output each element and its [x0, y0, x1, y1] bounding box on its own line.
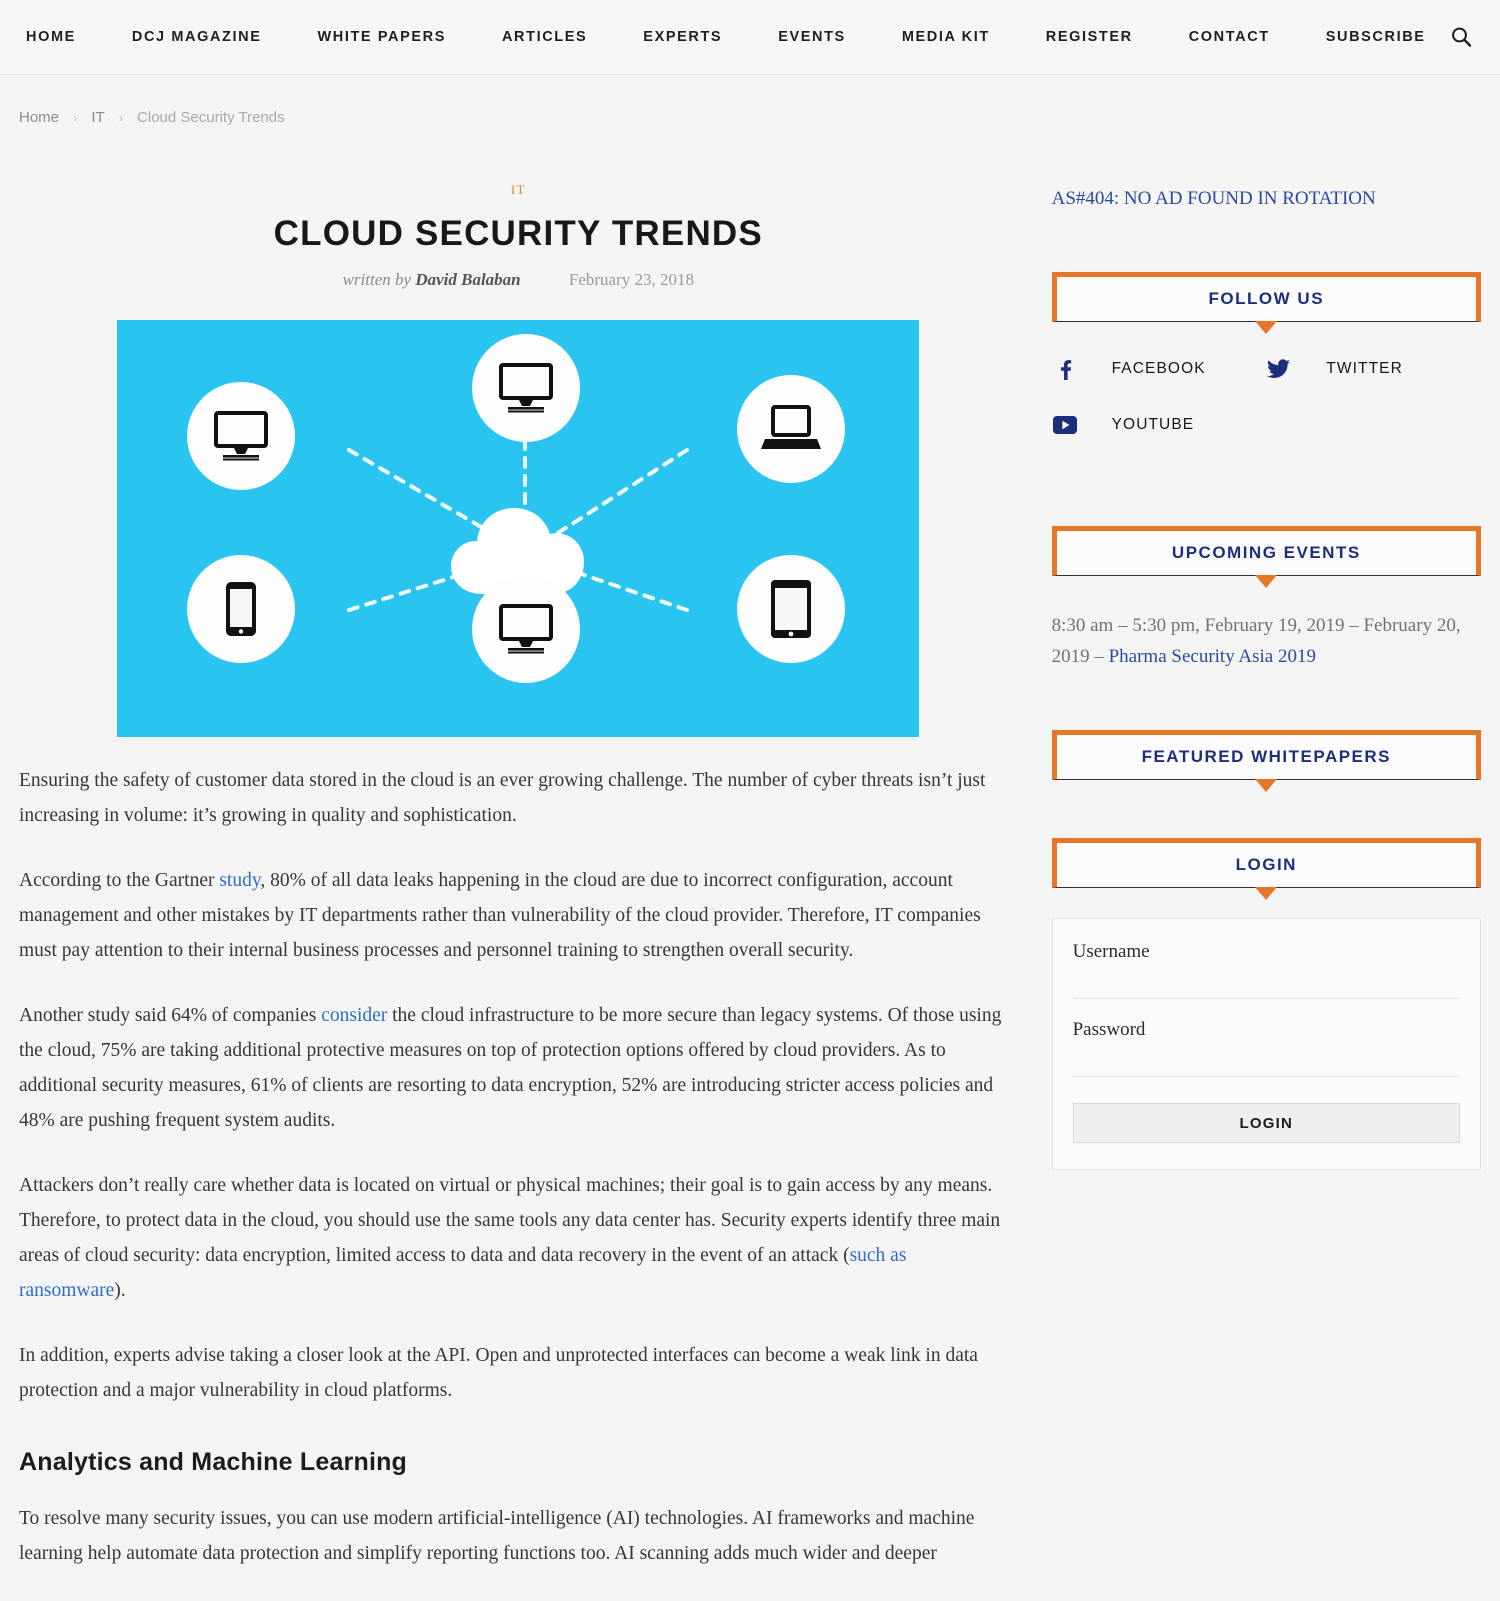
node-laptop-top-right — [737, 375, 846, 483]
social-label: FACEBOOK — [1111, 360, 1206, 377]
widget-featured-whitepapers: FEATURED WHITEPAPERS — [1051, 730, 1481, 792]
youtube-icon — [1052, 412, 1078, 438]
widget-body: 8:30 am – 5:30 pm, February 19, 2019 – F… — [1052, 576, 1481, 672]
nav-item-home[interactable]: HOME — [26, 29, 76, 45]
twitter-icon — [1266, 356, 1292, 382]
article-date: February 23, 2018 — [568, 270, 694, 289]
nav-item-white-papers[interactable]: WHITE PAPERS — [317, 29, 446, 45]
login-submit-button[interactable]: LOGIN — [1072, 1103, 1460, 1143]
primary-navigation: HOME DCJ MAGAZINE WHITE PAPERS ARTICLES … — [26, 29, 1444, 45]
search-icon — [1452, 27, 1472, 47]
article-paragraph: In addition, experts advise taking a clo… — [19, 1345, 978, 1401]
monitor-icon — [499, 604, 554, 654]
username-label: Username — [1072, 941, 1150, 962]
sidebar: AS#404: NO AD FOUND IN ROTATION FOLLOW U… — [1051, 126, 1481, 1601]
page-layout: IT CLOUD SECURITY TRENDS written by Davi… — [0, 126, 1500, 1601]
social-links: FACEBOOK TWITTER YOUTUBE — [1052, 356, 1481, 468]
inline-link[interactable]: study — [219, 870, 260, 891]
nav-item-dcj-magazine[interactable]: DCJ MAGAZINE — [132, 29, 262, 45]
page-title: CLOUD SECURITY TRENDS — [273, 214, 763, 253]
username-field-group: Username — [1072, 941, 1460, 999]
breadcrumb-item-current: Cloud Security Trends — [137, 109, 285, 126]
social-link-youtube[interactable]: YOUTUBE — [1052, 412, 1267, 438]
node-smartphone-bottom-left — [187, 555, 296, 663]
widget-login: LOGIN Username Password LOGIN — [1051, 838, 1481, 1170]
article-paragraph: To resolve many security issues, you can… — [19, 1508, 975, 1564]
social-link-facebook[interactable]: FACEBOOK — [1052, 356, 1267, 382]
article-paragraph: Another study said 64% of companies cons… — [19, 1005, 1002, 1131]
event-item: 8:30 am – 5:30 pm, February 19, 2019 – F… — [1052, 610, 1481, 672]
nav-item-events[interactable]: EVENTS — [778, 29, 846, 45]
featured-image — [117, 320, 920, 737]
widget-title: FOLLOW US — [1208, 289, 1325, 308]
nav-item-subscribe[interactable]: SUBSCRIBE — [1326, 29, 1426, 45]
social-label: TWITTER — [1326, 360, 1403, 377]
article-paragraph: According to the Gartner study, 80% of a… — [19, 870, 981, 961]
node-monitor-top-center — [472, 334, 581, 442]
widget-header: UPCOMING EVENTS — [1051, 526, 1481, 588]
breadcrumb-separator-icon: › — [118, 110, 124, 125]
widget-header: LOGIN — [1051, 838, 1481, 900]
widget-title: UPCOMING EVENTS — [1171, 543, 1361, 562]
breadcrumb-item-home[interactable]: Home — [19, 109, 59, 126]
nav-item-articles[interactable]: ARTICLES — [502, 29, 587, 45]
main-content: IT CLOUD SECURITY TRENDS written by Davi… — [19, 126, 1018, 1601]
social-label: YOUTUBE — [1111, 416, 1195, 433]
article-paragraph: Attackers don’t really care whether data… — [19, 1175, 1001, 1301]
article-category-link[interactable]: IT — [511, 182, 526, 197]
nav-item-contact[interactable]: CONTACT — [1189, 29, 1270, 45]
widget-title: FEATURED WHITEPAPERS — [1141, 747, 1392, 766]
search-button[interactable] — [1444, 20, 1478, 54]
node-tablet-bottom-right — [737, 555, 846, 663]
password-field-group: Password — [1072, 1019, 1460, 1077]
monitor-icon — [499, 363, 554, 413]
article-header: IT CLOUD SECURITY TRENDS written by Davi… — [19, 126, 1018, 290]
breadcrumb-separator-icon: › — [73, 110, 78, 125]
widget-body: FACEBOOK TWITTER YOUTUBE — [1052, 322, 1481, 468]
laptop-icon — [761, 405, 822, 449]
article-category: IT — [19, 182, 1018, 198]
article-paragraph: Ensuring the safety of customer data sto… — [19, 770, 986, 826]
social-link-twitter[interactable]: TWITTER — [1266, 356, 1481, 382]
nav-item-media-kit[interactable]: MEDIA KIT — [902, 29, 990, 45]
article-author[interactable]: David Balaban — [415, 270, 520, 289]
node-monitor-bottom-center — [472, 575, 581, 683]
breadcrumb-item-it[interactable]: IT — [91, 109, 104, 126]
event-link[interactable]: Pharma Security Asia 2019 — [1109, 646, 1316, 667]
inline-link[interactable]: consider — [321, 1005, 387, 1026]
featured-image-wrapper — [117, 320, 920, 737]
inline-link[interactable]: such as ransomware — [19, 1245, 906, 1301]
article-meta: written by David Balaban February 23, 20… — [19, 270, 1018, 290]
password-label: Password — [1072, 1019, 1146, 1040]
username-input[interactable] — [1072, 969, 1460, 999]
password-input[interactable] — [1072, 1047, 1460, 1077]
monitor-icon — [214, 411, 269, 461]
widget-header: FOLLOW US — [1051, 272, 1481, 334]
nav-item-register[interactable]: REGISTER — [1046, 29, 1133, 45]
widget-header: FEATURED WHITEPAPERS — [1051, 730, 1481, 792]
widget-upcoming-events: UPCOMING EVENTS 8:30 am – 5:30 pm, Febru… — [1051, 526, 1481, 672]
widget-title: LOGIN — [1235, 855, 1297, 874]
facebook-icon — [1052, 356, 1078, 382]
site-header: HOME DCJ MAGAZINE WHITE PAPERS ARTICLES … — [0, 0, 1500, 75]
ad-rotation-notice[interactable]: AS#404: NO AD FOUND IN ROTATION — [1052, 188, 1481, 210]
article-body: Ensuring the safety of customer data sto… — [19, 737, 1018, 1571]
article-subheading: Analytics and Machine Learning — [19, 1448, 408, 1476]
login-form: Username Password LOGIN — [1051, 918, 1481, 1170]
widget-follow-us: FOLLOW US FACEBOOK TWITTER YOUTUBE — [1051, 272, 1481, 468]
node-monitor-top-left — [187, 382, 296, 490]
breadcrumb: Home › IT › Cloud Security Trends — [0, 75, 1500, 126]
tablet-icon — [771, 580, 812, 638]
nav-item-experts[interactable]: EXPERTS — [643, 29, 722, 45]
smartphone-icon — [226, 582, 257, 636]
written-by-label: written by — [342, 270, 412, 289]
